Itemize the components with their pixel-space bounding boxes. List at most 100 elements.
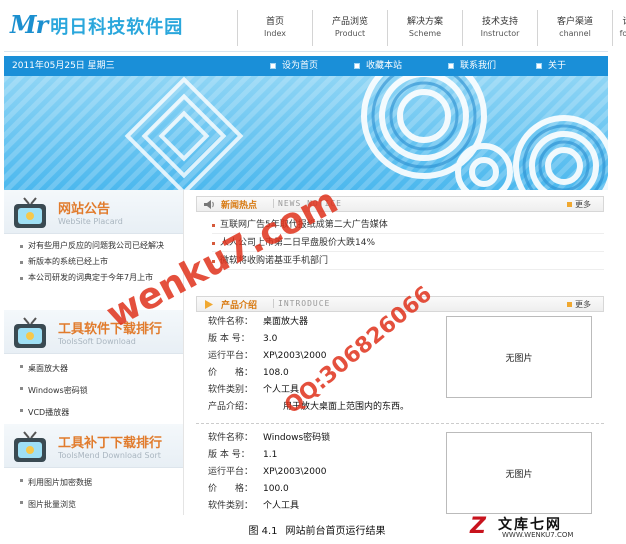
tools-title: 工具软件下载排行 (58, 322, 163, 337)
site-header: Mr 明日科技软件园 首页 Index 产品浏览 Product 解决方案 Scheme… (4, 2, 626, 52)
nav-item-index[interactable]: 首页 Index (237, 10, 312, 46)
nav-sublabel: Index (263, 29, 287, 38)
nav-item-channel[interactable]: 客户渠道 channel (537, 10, 612, 46)
nav-label: 技术支持 (481, 17, 518, 27)
logo-z-mark: Z (470, 514, 486, 539)
field-label: 版 本 号： (208, 450, 250, 460)
product-price: 100.0 (263, 484, 289, 494)
site-logo[interactable]: Mr 明日科技软件园 (10, 10, 183, 39)
banner-graphic (4, 76, 608, 190)
product-category: 个人工具 (263, 385, 300, 395)
notice-title: 网站公告 (58, 202, 111, 217)
field-label: 软件类别： (208, 501, 254, 511)
square-bullet-icon (448, 63, 454, 69)
field-label: 产品介绍： (208, 402, 254, 412)
sidebar: 网站公告 WebSite Placard 对有些用户反应的问题我公司已经解决 新… (4, 190, 184, 515)
hero-banner (4, 76, 608, 190)
product-price: 108.0 (263, 368, 289, 378)
product-intro: 用于放大桌面上范围内的东西。 (283, 402, 410, 412)
products-more-link[interactable]: 更多 (567, 299, 591, 310)
square-bullet-icon (536, 63, 542, 69)
field-label: 价 格： (208, 368, 254, 378)
list-item[interactable]: 新版本的系统已经上市 (20, 254, 175, 270)
notice-list: 对有些用户反应的问题我公司已经解决 新版本的系统已经上市 本公司研发的词典定于今… (4, 234, 183, 310)
patches-list: 利用图片加密数据 图片批量浏览 (4, 468, 183, 515)
product-name[interactable]: Windows密码锁 (263, 430, 330, 447)
product-image-placeholder[interactable]: 无图片 (446, 316, 592, 398)
nav-sublabel: Product (334, 29, 366, 38)
list-item[interactable]: 本公司研发的词典定于今年7月上市 (20, 270, 175, 286)
nav-sublabel: Instructor (480, 29, 520, 38)
news-item[interactable]: 互联网广告5年取代报纸成第二大广告媒体 (212, 216, 604, 234)
products-en-title: INTRODUCE (273, 299, 330, 308)
nav-label: 客户渠道 (556, 17, 593, 27)
list-item[interactable]: 利用图片加密数据 (20, 472, 175, 494)
list-item[interactable]: 桌面放大器 (20, 358, 175, 380)
nav-item-scheme[interactable]: 解决方案 Scheme (387, 10, 462, 46)
news-panel: 新闻热点 NEWS NOTICE 更多 互联网广告5年取代报纸成第二大广告媒体 … (196, 196, 604, 274)
product-image-placeholder[interactable]: 无图片 (446, 432, 592, 514)
link-label: 收藏本站 (366, 61, 403, 71)
tv-icon (14, 317, 46, 348)
info-bar: 2011年05月25日 星期三 设为首页 收藏本站 联系我们 关于 (4, 56, 608, 76)
arrow-icon (205, 300, 213, 309)
main-nav: 首页 Index 产品浏览 Product 解决方案 Scheme 技术支持 Instr… (237, 10, 626, 50)
logo-name: 明日科技软件园 (50, 17, 184, 38)
nav-label: 解决方案 (406, 17, 443, 27)
patches-header: 工具补丁下载排行 ToolsMend Download Sort (4, 424, 183, 468)
tools-header: 工具软件下载排行 ToolsSoft Download (4, 310, 183, 354)
link-label: 联系我们 (460, 61, 497, 71)
field-label: 价 格： (208, 484, 254, 494)
news-title: 新闻热点 (221, 201, 258, 211)
figure-number: 图 4.1 (248, 526, 278, 537)
field-label: 软件类别： (208, 385, 254, 395)
field-label: 软件名称： (208, 317, 254, 327)
tools-list: 桌面放大器 Windows密码锁 VCD播放器 (4, 354, 183, 424)
bookmark-link[interactable]: 收藏本站 (354, 56, 402, 76)
field-label: 软件名称： (208, 433, 254, 443)
nav-label: 首页 (265, 17, 284, 27)
product-name[interactable]: 桌面放大器 (263, 314, 308, 331)
nav-label: 产品浏览 (331, 17, 368, 27)
link-label: 设为首页 (282, 61, 319, 71)
product-platform: XP\2003\2000 (263, 467, 327, 477)
nav-label: 论坛 (613, 16, 626, 28)
products-title: 产品介绍 (221, 301, 258, 311)
product-card: 软件名称： 桌面放大器 版 本 号： 3.0 运行平台： XP\2003\2000 价… (196, 312, 604, 424)
link-label: 关于 (548, 61, 567, 71)
list-item[interactable]: 图片批量浏览 (20, 494, 175, 515)
product-version: 3.0 (263, 334, 278, 344)
nav-item-forum[interactable]: 论坛forum (612, 10, 626, 46)
current-date: 2011年05月25日 星期三 (12, 61, 115, 71)
field-label: 运行平台： (208, 351, 254, 361)
news-item[interactable]: 人人公司上市第二日早盘股价大跌14% (212, 234, 604, 252)
news-more-link[interactable]: 更多 (567, 199, 591, 210)
field-label: 版 本 号： (208, 334, 250, 344)
news-header: 新闻热点 NEWS NOTICE 更多 (196, 196, 604, 212)
square-bullet-icon (270, 63, 276, 69)
tv-icon (14, 197, 46, 228)
set-homepage-link[interactable]: 设为首页 (270, 56, 318, 76)
wenku-logo: Z 文库七网 WWW.WENKU7.COM (468, 514, 620, 542)
news-item[interactable]: 微软将收购诺基亚手机部门 (212, 252, 604, 270)
nav-item-product[interactable]: 产品浏览 Product (312, 10, 387, 46)
list-item[interactable]: 对有些用户反应的问题我公司已经解决 (20, 238, 175, 254)
nav-sublabel: forum (619, 29, 626, 38)
about-link[interactable]: 关于 (536, 56, 566, 76)
field-label: 运行平台： (208, 467, 254, 477)
patches-title: 工具补丁下载排行 (58, 436, 163, 451)
nav-sublabel: Scheme (408, 29, 442, 38)
notice-header: 网站公告 WebSite Placard (4, 190, 183, 234)
figure-text: 网站前台首页运行结果 (285, 526, 386, 537)
nav-item-instructor[interactable]: 技术支持 Instructor (462, 10, 537, 46)
products-panel: 产品介绍 INTRODUCE 更多 软件名称： 桌面放大器 版 本 号： 3.0 运… (196, 296, 604, 516)
tv-icon (14, 431, 46, 462)
contact-link[interactable]: 联系我们 (448, 56, 496, 76)
products-header: 产品介绍 INTRODUCE 更多 (196, 296, 604, 312)
tools-subtitle: ToolsSoft Download (58, 337, 136, 346)
product-version: 1.1 (263, 450, 278, 460)
list-item[interactable]: Windows密码锁 (20, 380, 175, 402)
product-info: 软件名称： Windows密码锁 版 本 号： 1.1 运行平台： XP\2003\2… (208, 430, 330, 515)
news-en-title: NEWS NOTICE (273, 199, 342, 208)
list-item[interactable]: VCD播放器 (20, 402, 175, 424)
